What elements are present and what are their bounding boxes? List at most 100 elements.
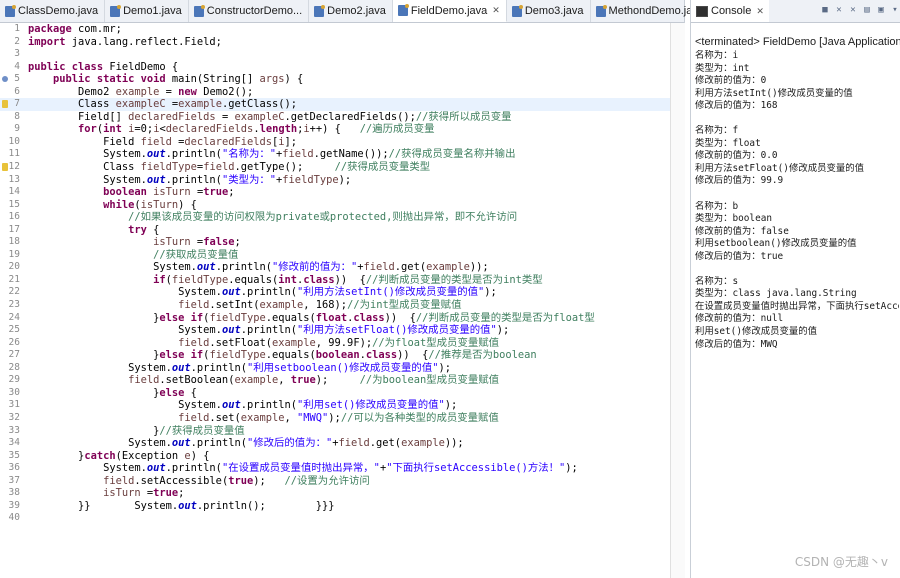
code-line[interactable]: 3 xyxy=(0,48,684,61)
tab-label: FieldDemo.java xyxy=(410,4,488,17)
code-text: System.out.println("利用set()修改成员变量的值"); xyxy=(28,399,458,412)
code-text: }//获得成员变量值 xyxy=(28,424,245,437)
line-number: 13 xyxy=(8,173,20,185)
code-line[interactable]: 34 System.out.println("修改后的值为："+field.ge… xyxy=(0,437,684,450)
overview-ruler[interactable] xyxy=(670,23,685,578)
line-number: 27 xyxy=(8,349,20,361)
line-number: 35 xyxy=(8,449,20,461)
code-line[interactable]: 30 }else { xyxy=(0,387,684,400)
scroll-lock-icon[interactable]: ▤ xyxy=(861,4,873,16)
console-line: 修改后的值为：true xyxy=(695,250,784,262)
code-line[interactable]: 14 boolean isTurn =true; xyxy=(0,186,684,199)
console-line: 名称为：i xyxy=(695,50,739,61)
code-line[interactable]: 15 while(isTurn) { xyxy=(0,199,684,212)
code-line[interactable]: 12 Class fieldType=field.getType(); //获得… xyxy=(0,161,684,174)
code-line[interactable]: 17 try { xyxy=(0,224,684,237)
code-line[interactable]: 18 isTurn =false; xyxy=(0,236,684,249)
line-number: 10 xyxy=(8,135,20,147)
code-line[interactable]: 19 //获取成员变量值 xyxy=(0,249,684,262)
console-output[interactable]: 名称为：i 类型为：int 修改前的值为：0 利用方法setInt()修改成员变量的值… xyxy=(695,50,899,351)
code-line[interactable]: 35 }catch(Exception e) { xyxy=(0,450,684,463)
line-number: 29 xyxy=(8,374,20,386)
terminate-icon[interactable]: ■ xyxy=(819,4,831,16)
code-line[interactable]: 22 System.out.println("利用方法setInt()修改成员变… xyxy=(0,286,684,299)
tab-demo1-java[interactable]: Demo1.java xyxy=(105,0,189,22)
code-line[interactable]: 20 System.out.println("修改前的值为："+field.ge… xyxy=(0,261,684,274)
console-line: 修改前的值为：null xyxy=(695,313,784,325)
tab-demo2-java[interactable]: Demo2.java xyxy=(309,0,393,22)
remove-all-icon[interactable]: ✕ xyxy=(847,4,859,16)
tab-constructordemo-[interactable]: ConstructorDemo... xyxy=(189,0,310,22)
code-line[interactable]: 1 package com.mr; xyxy=(0,23,684,36)
code-text: }catch(Exception e) { xyxy=(28,449,210,462)
pin-icon[interactable]: ▣ xyxy=(875,4,887,16)
line-number: 16 xyxy=(8,211,20,223)
line-number: 17 xyxy=(8,223,20,235)
code-line[interactable]: 6 Demo2 example = new Demo2(); xyxy=(0,86,684,99)
line-number: 26 xyxy=(8,336,20,348)
code-line[interactable]: 26 field.setFloat(example, 99.9F);//为flo… xyxy=(0,337,684,350)
line-number: 34 xyxy=(8,437,20,449)
line-number: 37 xyxy=(8,474,20,486)
code-line[interactable]: 37 field.setAccessible(true); //设置为允许访问 xyxy=(0,475,684,488)
code-line[interactable]: 23 field.setInt(example, 168);//为int型成员变… xyxy=(0,299,684,312)
code-line[interactable]: 2 import java.lang.reflect.Field; xyxy=(0,36,684,49)
line-number: 20 xyxy=(8,261,20,273)
code-line[interactable]: 7 Class exampleC =example.getClass(); xyxy=(0,98,684,111)
code-line[interactable]: 28 System.out.println("利用setboolean()修改成… xyxy=(0,362,684,375)
code-line[interactable]: 4 public class FieldDemo { xyxy=(0,61,684,74)
tab-classdemo-java[interactable]: ClassDemo.java xyxy=(0,0,106,22)
code-text: System.out.println("修改后的值为："+field.get(e… xyxy=(28,437,464,450)
code-line[interactable]: 16 //如果该成员变量的访问权限为private或protected,则抛出异… xyxy=(0,211,684,224)
line-number: 38 xyxy=(8,487,20,499)
code-line[interactable]: 5 public static void main(String[] args)… xyxy=(0,73,684,86)
code-line[interactable]: 40 xyxy=(0,512,684,525)
code-line[interactable]: 27 }else if(fieldType.equals(boolean.cla… xyxy=(0,349,684,362)
code-line[interactable]: 29 field.setBoolean(example, true); //为b… xyxy=(0,374,684,387)
remove-launch-icon[interactable]: ✕ xyxy=(833,4,845,16)
display-console-icon[interactable]: ▾ xyxy=(889,4,900,16)
code-line[interactable]: 13 System.out.println("类型为："+fieldType); xyxy=(0,174,684,187)
tab-label: ClassDemo.java xyxy=(18,5,99,17)
line-number: 18 xyxy=(8,236,20,248)
tab-demo3-java[interactable]: Demo3.java xyxy=(507,0,591,22)
code-line[interactable]: 39 }} System.out.println(); }}} xyxy=(0,500,684,513)
terminated-label: <terminated> FieldDemo [Java Application… xyxy=(695,36,900,48)
line-number: 21 xyxy=(8,273,20,285)
console-line: 修改前的值为：0.0 xyxy=(695,150,778,162)
code-line[interactable]: 21 if(fieldType.equals(int.class)) {//判断… xyxy=(0,274,684,287)
code-text: System.out.println("利用setboolean()修改成员变量… xyxy=(28,361,451,374)
code-line[interactable]: 32 field.set(example, "MWQ");//可以为各种类型的成… xyxy=(0,412,684,425)
code-line[interactable]: 9 for(int i=0;i<declaredFields.length;i+… xyxy=(0,123,684,136)
tab-console[interactable]: Console ✕ xyxy=(691,0,769,22)
tab-fielddemo-java[interactable]: FieldDemo.java ✕ xyxy=(392,0,507,22)
line-number: 22 xyxy=(8,286,20,298)
code-area[interactable]: 1 package com.mr; 2 import java.lang.reflec… xyxy=(0,23,684,525)
console-toolbar: ■ ✕ ✕ ▤ ▣ ▾ xyxy=(819,4,900,16)
code-line[interactable]: 33 }//获得成员变量值 xyxy=(0,425,684,438)
code-line[interactable]: 36 System.out.println("在设置成员变量值时抛出异常，"+"… xyxy=(0,462,684,475)
code-text: isTurn =false; xyxy=(153,236,241,249)
line-number: 4 xyxy=(14,60,20,72)
code-line[interactable]: 8 Field[] declaredFields = exampleC.getD… xyxy=(0,111,684,124)
code-text: System.out.println("类型为："+fieldType); xyxy=(28,173,352,186)
code-line[interactable]: 24 }else if(fieldType.equals(float.class… xyxy=(0,312,684,325)
code-line[interactable]: 31 System.out.println("利用set()修改成员变量的值")… xyxy=(0,399,684,412)
console-line: 类型为：boolean xyxy=(695,213,773,225)
console-view[interactable]: Console ✕ ■ ✕ ✕ ▤ ▣ ▾ <terminated> Field… xyxy=(690,0,900,578)
line-number: 32 xyxy=(8,411,20,423)
code-text: Demo2 example = new Demo2(); xyxy=(28,85,254,98)
code-line[interactable]: 11 System.out.println("名称为："+field.getNa… xyxy=(0,148,684,161)
code-editor[interactable]: ClassDemo.java Demo1.java ConstructorDemo.… xyxy=(0,0,711,578)
code-line[interactable]: 38 isTurn =true; xyxy=(0,487,684,500)
line-number: 2 xyxy=(14,35,20,47)
line-number: 31 xyxy=(8,399,20,411)
close-icon[interactable]: ✕ xyxy=(492,5,500,16)
code-line[interactable]: 10 Field field =declaredFields[i]; xyxy=(0,136,684,149)
code-line[interactable]: 25 System.out.println("利用方法setFloat()修改成… xyxy=(0,324,684,337)
close-icon[interactable]: ✕ xyxy=(756,6,764,17)
console-line: 类型为：int xyxy=(695,62,750,74)
line-number: 7 xyxy=(14,98,20,110)
code-text: if(fieldType.equals(int.class)) {//判断成员变… xyxy=(153,273,543,286)
